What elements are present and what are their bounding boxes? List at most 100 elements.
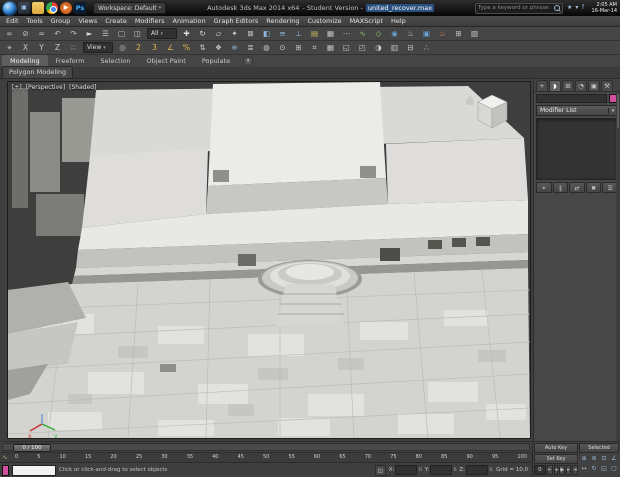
layer-manager-icon[interactable]: ▤ [308, 28, 321, 40]
workspace-dropdown[interactable]: Workspace: Default ▾ [93, 2, 167, 14]
mini-curve-editor-icon[interactable]: ∿ [0, 453, 10, 462]
axis-plane-constraint-icon[interactable]: ∷ [67, 42, 80, 54]
pin-stack-button[interactable]: ⌖ [536, 182, 552, 193]
ribbon-tab[interactable]: Populate [194, 55, 238, 67]
state-sets-icon[interactable]: ⊟ [404, 42, 417, 54]
sign-in-icon[interactable]: ★ [567, 2, 572, 14]
menu-item[interactable]: Graph Editors [210, 16, 263, 27]
unlink-selection-icon[interactable]: ⊘ [19, 28, 32, 40]
spinner-snap-icon[interactable]: ⇅ [196, 42, 209, 54]
axis-y-constraint-icon[interactable]: Y [35, 42, 48, 54]
scrollbar-thumb[interactable] [617, 94, 619, 128]
macro-recorder-pane[interactable] [2, 464, 9, 476]
bind-to-spacewarp-icon[interactable]: ≈ [35, 28, 48, 40]
window-crossing-icon[interactable]: ◫ [131, 28, 144, 40]
render-production-icon[interactable]: ♨ [436, 28, 449, 40]
scene-explorer-icon[interactable]: ≣ [244, 42, 257, 54]
remove-modifier-button[interactable]: ✖ [585, 182, 602, 193]
modifier-list-dropdown[interactable]: Modifier List ▾ [536, 105, 618, 116]
menu-item[interactable]: Modifiers [131, 16, 169, 27]
previous-frame-icon[interactable]: ◂ [553, 465, 559, 475]
modifier-stack-list[interactable] [536, 118, 618, 180]
axis-z-constraint-icon[interactable]: Z [51, 42, 64, 54]
maximize-viewport-icon[interactable]: ◱ [599, 464, 609, 474]
snap-3d-icon[interactable]: 3 [148, 42, 161, 54]
tab-utilities-icon[interactable]: ⚒ [601, 80, 613, 91]
viewport-general-menu[interactable]: [+] [12, 84, 22, 91]
redo-icon[interactable]: ↷ [67, 28, 80, 40]
coordinate-input[interactable] [465, 465, 488, 475]
rectangular-selection-icon[interactable]: ▢ [115, 28, 128, 40]
select-and-place-icon[interactable]: ⌖ [3, 42, 16, 54]
selection-lock-toggle[interactable]: ⊡ [374, 464, 386, 476]
go-to-end-icon[interactable]: ⇥ [571, 465, 578, 475]
mirror-icon[interactable]: ◧ [260, 28, 273, 40]
polygon-modeling-panel-tab[interactable]: Polygon Modeling [2, 66, 74, 78]
help-icon[interactable]: ? [581, 2, 584, 14]
zoom-region-icon[interactable]: ▢ [609, 464, 619, 474]
select-and-manipulate-icon[interactable]: ✦ [228, 28, 241, 40]
taskbar-clock[interactable]: 2:05 AM 16-Mar-14 [592, 2, 617, 14]
menu-item[interactable]: Help [387, 16, 410, 27]
coordinate-input[interactable] [395, 465, 418, 475]
key-filter-dropdown[interactable]: Selected [579, 443, 619, 453]
ribbon-tab[interactable]: Selection [93, 55, 139, 67]
go-to-start-icon[interactable]: ⇤ [546, 465, 553, 475]
align-icon[interactable]: ≡ [276, 28, 289, 40]
time-slider-handle[interactable]: 0 / 100 [13, 444, 51, 452]
menu-item[interactable]: Customize [303, 16, 345, 27]
pan-icon[interactable]: ↔ [579, 464, 589, 474]
selection-filter-dropdown[interactable]: All ▾ [147, 28, 177, 39]
set-key-button[interactable]: Set Key [534, 454, 578, 464]
color-clipboard-icon[interactable]: ▧ [468, 28, 481, 40]
select-and-move-icon[interactable]: ✚ [180, 28, 193, 40]
start-orb[interactable] [3, 1, 16, 15]
curve-editor-icon[interactable]: ∿ [356, 28, 369, 40]
zoom-all-icon[interactable]: ⊛ [589, 454, 599, 464]
more-tools-icon[interactable]: ∴ [420, 42, 433, 54]
zoom-extents-icon[interactable]: ⊡ [599, 454, 609, 464]
communication-center-icon[interactable]: ▾ [575, 2, 578, 14]
viewport-pov-menu[interactable]: [Perspective] [26, 84, 65, 91]
menu-item[interactable]: Views [74, 16, 101, 27]
play-animation-icon[interactable]: ▶ [559, 465, 566, 475]
graphite-ribbon-icon[interactable]: ▦ [324, 28, 337, 40]
schematic-view-icon[interactable]: ◇ [372, 28, 385, 40]
command-panel-scrollbar[interactable] [616, 92, 620, 441]
tab-display-icon[interactable]: ▣ [588, 80, 600, 91]
tab-motion-icon[interactable]: ◔ [575, 80, 587, 91]
ribbon-tab[interactable]: Object Paint [139, 55, 194, 67]
array-icon[interactable]: ▦ [324, 42, 337, 54]
menu-item[interactable]: Animation [169, 16, 210, 27]
select-and-rotate-icon[interactable]: ↻ [196, 28, 209, 40]
spinner-icon[interactable]: ⇅ [418, 467, 422, 473]
display-filter-icon[interactable]: ◍ [260, 42, 273, 54]
coordinate-input[interactable] [430, 465, 453, 475]
isolate-selection-icon[interactable]: ⊙ [276, 42, 289, 54]
batch-render-icon[interactable]: ▥ [388, 42, 401, 54]
next-frame-icon[interactable]: ▸ [566, 465, 571, 475]
menu-item[interactable]: Group [47, 16, 75, 27]
render-region-icon[interactable]: ◰ [356, 42, 369, 54]
menu-item[interactable]: Create [101, 16, 131, 27]
render-setup-icon[interactable]: ♨ [404, 28, 417, 40]
viewport-shading-menu[interactable]: [Shaded] [69, 84, 96, 91]
menu-item[interactable]: Tools [23, 16, 47, 27]
spinner-icon[interactable]: ⇅ [453, 467, 457, 473]
rendered-frame-icon[interactable]: ▣ [420, 28, 433, 40]
search-input[interactable] [477, 5, 554, 11]
frame-ruler[interactable]: 0 5 10 15 20 25 30 35 40 45 50 55 60 65 70 75 80 85 90 95 10… [10, 453, 532, 462]
undo-icon[interactable]: ↶ [51, 28, 64, 40]
chrome-icon[interactable] [46, 2, 58, 14]
axis-x-constraint-icon[interactable]: X [19, 42, 32, 54]
named-selection-sets-icon[interactable]: ❖ [212, 42, 225, 54]
viewport-canvas[interactable]: x y [8, 82, 530, 438]
spacing-tool-icon[interactable]: ⋯ [340, 28, 353, 40]
normal-align-icon[interactable]: ⊥ [292, 28, 305, 40]
reference-coordinate-dropdown[interactable]: View ▾ [83, 42, 113, 53]
photoshop-icon[interactable]: Ps [74, 2, 86, 14]
tab-create-icon[interactable]: + [536, 80, 548, 91]
perspective-viewport[interactable]: x y [+] [Perspective] [Shaded] [7, 81, 531, 439]
angle-snap-icon[interactable]: ∠ [164, 42, 177, 54]
material-editor-icon[interactable]: ◉ [388, 28, 401, 40]
